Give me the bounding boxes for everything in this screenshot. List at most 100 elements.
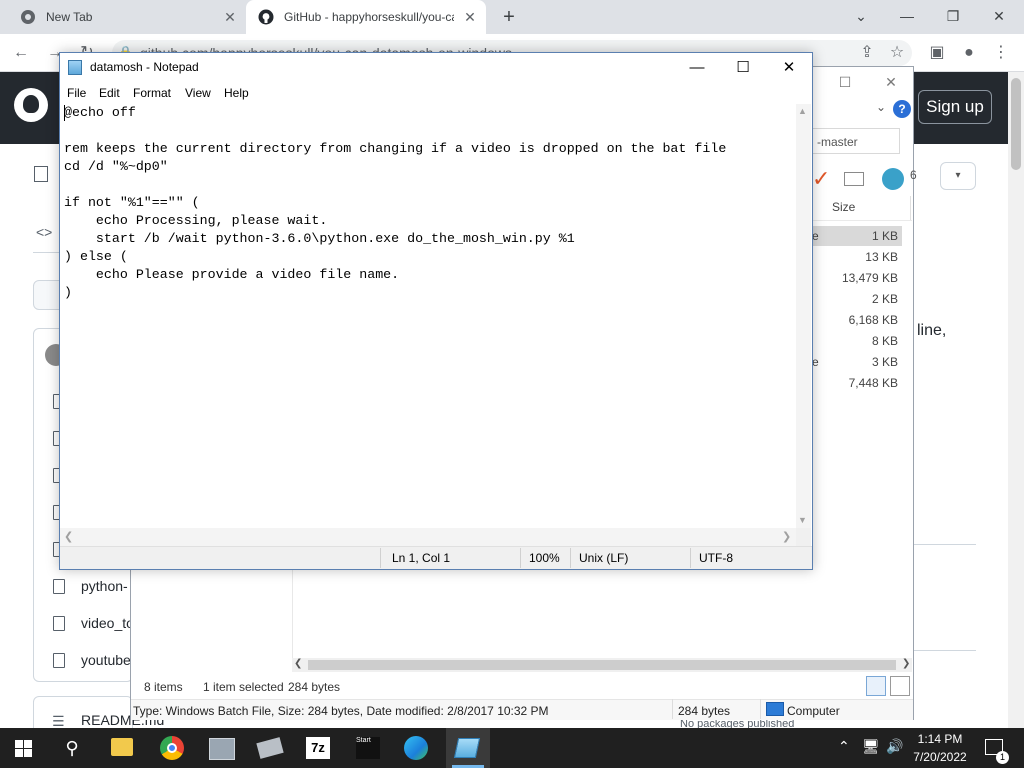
tab-title: GitHub - happyhorseskull/you-ca [284,10,454,24]
divider [914,544,976,545]
file-size[interactable]: 7,448 KB [812,376,898,390]
file-icon [53,579,65,594]
minimize-icon[interactable]: — [884,2,930,30]
file-size[interactable]: 6,168 KB [812,313,898,327]
status-divider [520,548,521,568]
file-icon [53,616,65,631]
profile-avatar-icon[interactable]: ● [958,42,980,64]
column-header[interactable] [812,196,912,221]
menu-edit[interactable]: Edit [99,86,120,100]
scroll-left-icon[interactable]: ❮ [64,530,73,543]
windows-logo-icon [15,749,23,757]
scroll-left-icon[interactable]: ❮ [294,658,302,669]
network-icon[interactable]: 🖥 [862,738,880,755]
scroll-right-icon[interactable]: ❯ [902,658,910,669]
file-size[interactable]: 8 KB [812,334,898,348]
kebab-menu-icon[interactable]: ⋮ [990,42,1012,64]
details-view-icon[interactable] [866,676,886,696]
cursor-position: Ln 1, Col 1 [392,551,451,565]
page-scrollbar-thumb[interactable] [1011,78,1021,170]
file-link[interactable]: python- [81,578,128,594]
window-title: datamosh - Notepad [90,60,199,74]
code-icon[interactable]: <> [36,224,52,240]
file-size[interactable]: 1 KB [812,229,898,243]
clock-time[interactable]: 1:14 PM [910,732,970,746]
file-link[interactable]: youtube [81,652,131,668]
file-size[interactable]: 3 KB [812,355,898,369]
scroll-corner [796,528,811,546]
explorer-search-box[interactable]: -master [812,128,900,154]
chrome-icon [20,9,36,25]
restore-icon[interactable]: ❐ [930,2,976,30]
clock-date[interactable]: 7/20/2022 [905,750,975,764]
notepad-taskbar-icon[interactable] [453,738,481,758]
file-size[interactable]: 2 KB [812,292,898,306]
column-size-label[interactable]: Size [832,200,855,214]
chevron-down-icon[interactable]: ⌄ [838,2,884,30]
explorer-hscrollbar-thumb[interactable] [308,660,896,670]
status-selected: 1 item selected [203,680,284,694]
scroll-right-icon[interactable]: ❯ [782,530,791,543]
chrome-icon-center [167,743,177,753]
file-link[interactable]: video_to [81,615,134,631]
checkmark-icon[interactable]: ✓ [812,166,830,192]
close-tab-icon[interactable]: ✕ [222,9,238,25]
start-button[interactable] [0,728,48,768]
start-bat-icon[interactable]: Start [356,737,380,759]
encoding: UTF-8 [699,551,733,565]
7zip-icon[interactable]: 7z [306,737,330,759]
file-size[interactable]: 13 KB [812,250,898,264]
close-tab-icon[interactable]: ✕ [462,9,478,25]
scroll-up-icon[interactable]: ▲ [798,106,807,116]
close-icon[interactable]: ✕ [877,70,905,94]
close-icon[interactable]: ✕ [976,2,1022,30]
menu-file[interactable]: File [67,86,86,100]
windows-logo-icon [24,740,32,748]
chevron-down-icon[interactable]: ⌄ [876,100,886,114]
windows-logo-icon [24,749,32,757]
status-divider [570,548,571,568]
file-size[interactable]: 13,479 KB [812,271,898,285]
back-arrow-icon[interactable]: ← [10,42,32,64]
notepad-vscrollbar[interactable] [796,104,811,528]
status-divider [380,548,381,568]
menu-bar [60,84,812,104]
scroll-down-icon[interactable]: ▼ [798,515,807,525]
maximize-icon[interactable]: ☐ [720,54,766,82]
chevron-up-icon[interactable]: ⌃ [838,738,850,755]
new-tab-plus-icon[interactable]: + [498,6,520,28]
notepad-icon[interactable] [68,60,82,75]
side-panel-icon[interactable]: ▣ [926,42,948,64]
help-icon[interactable]: ? [893,100,911,118]
shell-icon[interactable] [882,168,904,190]
github-logo-icon[interactable] [14,88,48,122]
dropdown-icon[interactable]: ▾ [940,162,976,190]
close-icon[interactable]: ✕ [766,54,812,82]
details-size: 284 bytes [678,704,731,718]
sign-up-button[interactable]: Sign up [918,90,992,124]
share-icon[interactable]: ⇪ [856,42,878,64]
editor-text[interactable]: @echo off rem keeps the current director… [64,104,726,302]
tab-title: New Tab [46,10,93,24]
menu-format[interactable]: Format [133,86,171,100]
edge-icon[interactable] [404,736,428,760]
bookmark-star-icon[interactable]: ☆ [886,42,908,64]
details-type: Type: Windows Batch File, Size: 284 byte… [133,704,549,718]
tab-new-tab[interactable]: New Tab ✕ [8,0,246,34]
screenshot-tool-icon[interactable] [209,738,235,760]
menu-view[interactable]: View [185,86,211,100]
file-explorer-icon[interactable] [111,738,133,756]
minimize-icon[interactable]: — [674,54,720,82]
maximize-icon[interactable]: ☐ [831,70,859,94]
notepad-hscrollbar[interactable] [60,528,796,546]
zoom-level: 100% [529,551,560,565]
mail-icon[interactable] [844,172,864,186]
tab-github[interactable]: GitHub - happyhorseskull/you-ca ✕ [246,0,486,34]
status-divider [690,548,691,568]
search-icon[interactable]: ⚲ [56,733,88,763]
page-scrollbar[interactable] [1008,72,1024,728]
notification-badge: 1 [996,751,1009,764]
volume-icon[interactable]: 🔊 [886,738,903,755]
menu-help[interactable]: Help [224,86,249,100]
large-icons-view-icon[interactable] [890,676,910,696]
